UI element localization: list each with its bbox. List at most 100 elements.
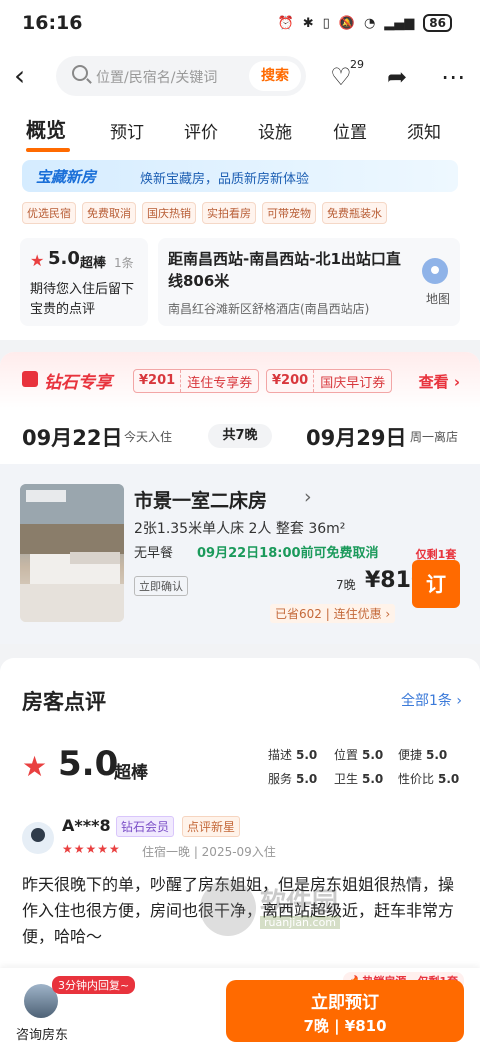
all-reviews-link[interactable]: 全部1条 › <box>401 690 462 710</box>
subscore-value: 5.0 <box>362 748 384 762</box>
subscore-name: 便捷 <box>398 748 423 762</box>
rating-score: 5.0 <box>48 248 80 269</box>
reviewer-badge: 点评新星 <box>182 816 241 837</box>
watermark-logo-icon <box>200 880 256 936</box>
rating-count: 1条 <box>114 256 134 270</box>
avatar[interactable] <box>22 822 54 854</box>
location-address: 南昌红谷滩新区舒格酒店(南昌西站店) <box>168 302 370 316</box>
saved-label: 已省602 | 连住优惠 <box>275 607 382 621</box>
location-card[interactable]: 距南昌西站-南昌西站-北1出站口直线806米 南昌红谷滩新区舒格酒店(南昌西站店… <box>158 238 460 326</box>
room-breakfast: 无早餐 <box>134 546 174 561</box>
booking-section: 钻石专享 ¥201 连住专享券 ¥200 国庆早订券 查看 › 09月22日 今… <box>0 352 480 644</box>
subscore-value: 5.0 <box>296 772 318 786</box>
tab-overview[interactable]: 概览 <box>26 114 66 143</box>
tag: 国庆热销 <box>142 202 196 224</box>
room-spec: 2张1.35米单人床 2人 整套 36m² <box>134 521 346 537</box>
saved-badge[interactable]: 已省602 | 连住优惠 › <box>270 604 396 623</box>
member-badge: 钻石会员 <box>116 816 175 837</box>
book-now-button[interactable]: 立即预订 7晚 | ¥810 <box>226 980 464 1042</box>
review-score: 5.0 <box>58 744 119 784</box>
diamond-banner[interactable]: 钻石专享 ¥201 连住专享券 ¥200 国庆早订券 查看 › <box>0 352 480 408</box>
status-time: 16:16 <box>22 12 83 34</box>
map-label[interactable]: 地图 <box>426 290 450 307</box>
search-button[interactable]: 搜索 <box>249 61 301 91</box>
rating-label: 超棒 <box>80 256 107 271</box>
vibrate-icon: ▯ <box>322 15 330 31</box>
signal-icon: ▂▄▆ <box>384 15 415 31</box>
status-bar: 16:16 ⏰ ✱ ▯ 🔕 ◔ ▂▄▆ 86 <box>0 0 480 50</box>
instant-confirm-badge: 立即确认 <box>134 576 188 596</box>
subscore: 位置 5.0 <box>334 746 383 763</box>
gift-icon <box>22 371 38 387</box>
checkout-date[interactable]: 09月29日 <box>306 422 406 452</box>
subscore-value: 5.0 <box>296 748 318 762</box>
location-distance: 距南昌西站-南昌西站-北1出站口直线806米 <box>168 250 401 290</box>
tag-list: 优选民宿 免费取消 国庆热销 实拍看房 可带宠物 免费瓶装水 <box>22 202 387 224</box>
quick-reply-badge: 3分钟内回复~ <box>52 976 136 994</box>
book-now-price: 7晚 | ¥810 <box>303 1017 387 1035</box>
checkin-label: 今天入住 <box>124 430 173 444</box>
subscore-name: 性价比 <box>398 772 435 786</box>
review-label: 超棒 <box>114 763 148 783</box>
tab-booking[interactable]: 预订 <box>110 118 144 143</box>
price-nights: 7晚 <box>336 578 356 592</box>
watermark-url: ruanjian.com <box>260 916 341 929</box>
map-pin-icon[interactable] <box>422 258 448 284</box>
checkin-date[interactable]: 09月22日 <box>22 422 122 452</box>
tab-reviews[interactable]: 评价 <box>184 118 218 143</box>
tag: 免费取消 <box>82 202 136 224</box>
review-stay-info: 住宿一晚 | 2025-09入住 <box>142 845 276 859</box>
subscore: 服务 5.0 <box>268 770 317 787</box>
room-photo[interactable] <box>20 484 124 622</box>
room-cancel-policy: 09月22日18:00前可免费取消 <box>197 546 379 561</box>
share-icon[interactable]: ➦ <box>382 62 412 92</box>
chevron-right-icon: › <box>304 486 312 508</box>
tab-facilities[interactable]: 设施 <box>258 118 292 143</box>
checkout-label: 周一离店 <box>410 430 459 444</box>
message-icon[interactable]: ⋯ <box>438 62 468 92</box>
rating-tip: 期待您入住后留下宝贵的点评 <box>30 282 135 317</box>
book-now-label: 立即预订 <box>311 993 379 1013</box>
coupon-1[interactable]: ¥201 连住专享券 <box>133 369 260 393</box>
search-bar[interactable]: 位置/民宿名/关键词 搜索 <box>56 56 306 96</box>
promo-banner[interactable]: 宝藏新房 焕新宝藏房，品质新房新体验 <box>22 160 458 192</box>
subscore: 性价比 5.0 <box>398 770 459 787</box>
subscore: 描述 5.0 <box>268 746 317 763</box>
review-username: A***8 <box>62 816 111 835</box>
all-reviews-label: 全部1条 <box>401 693 452 709</box>
subscore-value: 5.0 <box>362 772 384 786</box>
subscore-value: 5.0 <box>426 748 448 762</box>
status-icons: ⏰ ✱ ▯ 🔕 ◔ ▂▄▆ 86 <box>278 14 452 32</box>
chevron-right-icon: › <box>456 693 462 709</box>
room-card[interactable]: 市景一室二床房 › 2张1.35米单人床 2人 整套 36m² 无早餐 09月2… <box>20 484 460 624</box>
date-selector[interactable]: 09月22日 今天入住 共7晚 09月29日 周一离店 <box>0 422 480 452</box>
consult-host-button[interactable]: 咨询房东 <box>16 1024 68 1043</box>
rating-card[interactable]: ★ 5.0 超棒 1条 期待您入住后留下宝贵的点评 <box>20 238 148 326</box>
view-more-link[interactable]: 查看 › <box>419 371 460 392</box>
subscore-value: 5.0 <box>438 772 460 786</box>
room-photo-art <box>20 484 124 622</box>
room-name[interactable]: 市景一室二床房 <box>134 486 267 513</box>
star-icon: ★ <box>30 251 45 270</box>
coupon-amount: ¥200 <box>267 370 315 392</box>
chevron-right-icon: › <box>453 373 460 391</box>
back-icon[interactable]: ‹ <box>14 62 44 92</box>
tab-location[interactable]: 位置 <box>333 118 367 143</box>
favorite-count: 29 <box>350 58 364 71</box>
tag: 优选民宿 <box>22 202 76 224</box>
subscore: 便捷 5.0 <box>398 746 447 763</box>
tab-underline <box>26 148 70 152</box>
tag: 实拍看房 <box>202 202 256 224</box>
coupon-2[interactable]: ¥200 国庆早订券 <box>266 369 393 393</box>
bluetooth-icon: ✱ <box>302 15 314 31</box>
tag: 可带宠物 <box>262 202 316 224</box>
book-room-button[interactable]: 订 <box>412 560 460 608</box>
promo-title: 宝藏新房 <box>36 168 97 186</box>
coupon-amount: ¥201 <box>134 370 182 392</box>
view-more-label: 查看 <box>418 373 449 391</box>
nights-count: 共7晚 <box>208 424 272 448</box>
search-input[interactable]: 位置/民宿名/关键词 <box>96 67 217 87</box>
tab-notice[interactable]: 须知 <box>407 118 441 143</box>
battery-indicator: 86 <box>423 14 452 32</box>
tab-bar: 概览 预订 评价 设施 位置 须知 <box>0 114 480 154</box>
